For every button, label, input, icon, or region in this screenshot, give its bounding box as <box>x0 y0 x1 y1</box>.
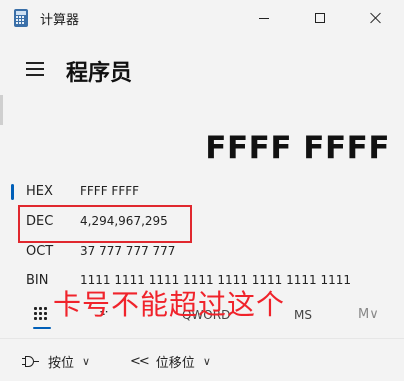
bit-shift-button[interactable]: << 位移位 ∨ <box>130 352 211 371</box>
bit-operations-bar: 按位 ∨ << 位移位 ∨ <box>0 348 404 378</box>
radix-label: HEX <box>26 184 53 199</box>
bitwise-label: 按位 <box>48 356 75 371</box>
radix-label: BIN <box>26 273 49 288</box>
bit-shift-icon: << <box>130 354 150 369</box>
chevron-down-icon: ∨ <box>202 355 211 368</box>
radix-value: FFFF FFFF <box>80 184 140 198</box>
logic-gate-icon <box>22 355 40 369</box>
maximize-icon <box>315 13 325 23</box>
radix-row-hex[interactable]: HEX FFFF FFFF <box>0 179 404 205</box>
minimize-icon <box>259 17 269 19</box>
close-icon <box>370 12 382 24</box>
divider <box>0 338 404 339</box>
title-bar: 计算器 <box>0 0 404 36</box>
navigation-menu-button[interactable] <box>26 62 44 76</box>
mode-title: 程序员 <box>66 61 133 86</box>
memory-store-button[interactable]: MS <box>294 308 312 322</box>
radix-label: OCT <box>26 244 54 259</box>
maximize-button[interactable] <box>300 4 340 32</box>
memory-list-button[interactable]: M∨ <box>358 307 379 322</box>
result-display: FFFF FFFF <box>205 130 390 166</box>
selected-radix-indicator <box>11 184 14 200</box>
calculator-app-icon <box>14 9 28 27</box>
minimize-button[interactable] <box>244 4 284 32</box>
radix-value: 37 777 777 777 <box>80 244 176 258</box>
highlight-box <box>18 205 192 243</box>
window-title: 计算器 <box>40 13 80 28</box>
active-tab-underline <box>33 327 51 329</box>
close-button[interactable] <box>356 4 396 32</box>
bit-shift-label: 位移位 <box>155 356 195 371</box>
full-keypad-button[interactable] <box>33 307 51 329</box>
keypad-icon <box>34 307 50 320</box>
window-edge <box>0 95 3 125</box>
chevron-down-icon: ∨ <box>82 355 91 368</box>
annotation-text: 卡号不能超过这个 <box>53 288 286 321</box>
bitwise-button[interactable]: 按位 ∨ <box>22 352 90 371</box>
